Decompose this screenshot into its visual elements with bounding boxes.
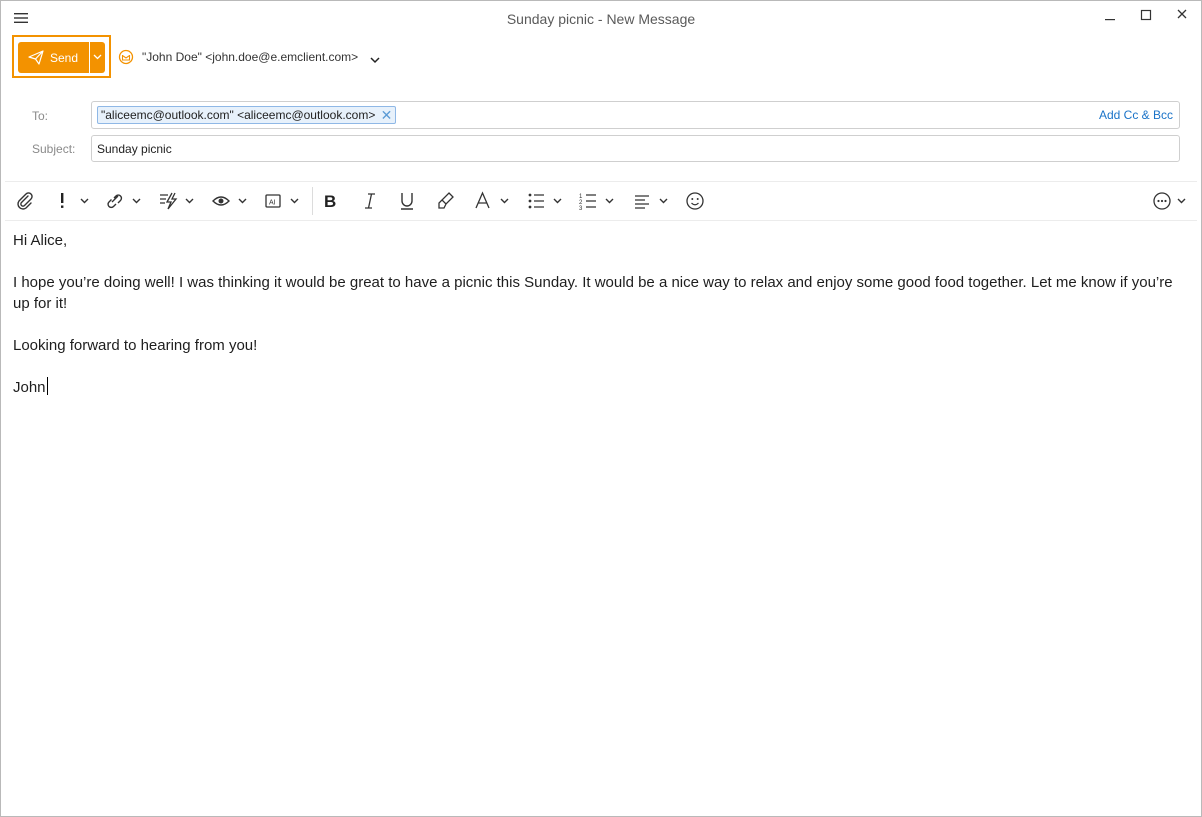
- divider: [5, 220, 1197, 221]
- eye-icon[interactable]: [211, 190, 251, 212]
- close-icon[interactable]: [1167, 7, 1197, 29]
- to-field[interactable]: "aliceemc@outlook.com" <aliceemc@outlook…: [91, 101, 1180, 129]
- italic-icon[interactable]: [360, 190, 380, 212]
- bullet-list-icon[interactable]: [526, 190, 566, 212]
- send-options-dropdown[interactable]: [90, 42, 105, 73]
- quick-text-icon[interactable]: [158, 190, 198, 212]
- recipient-address: "aliceemc@outlook.com" <aliceemc@outlook…: [101, 108, 376, 122]
- remove-recipient-icon[interactable]: ✕: [381, 108, 393, 122]
- template-icon[interactable]: AI: [263, 190, 303, 212]
- toolbar-separator: [312, 187, 313, 215]
- numbered-list-icon[interactable]: 123: [578, 190, 618, 212]
- send-label: Send: [50, 51, 79, 65]
- from-address: "John Doe" <john.doe@e.emclient.com>: [142, 50, 359, 64]
- greeting-text: Hi Alice,: [13, 232, 68, 249]
- title-bar: Sunday picnic - New Message: [1, 1, 1201, 37]
- bold-icon[interactable]: B: [321, 190, 341, 212]
- send-button-group: Send: [12, 35, 111, 78]
- signature-text: John: [13, 379, 46, 396]
- subject-input[interactable]: Sunday picnic: [91, 135, 1180, 162]
- font-icon[interactable]: [473, 190, 513, 212]
- chevron-down-icon: [370, 53, 380, 67]
- text-cursor: [46, 377, 48, 395]
- minimize-icon[interactable]: [1095, 7, 1125, 29]
- format-painter-icon[interactable]: [436, 190, 456, 212]
- add-cc-bcc-link[interactable]: Add Cc & Bcc: [1099, 108, 1173, 122]
- more-icon[interactable]: [1151, 190, 1191, 212]
- link-icon[interactable]: [105, 190, 145, 212]
- align-icon[interactable]: [632, 190, 672, 212]
- svg-text:3: 3: [579, 206, 583, 212]
- send-plane-icon: [28, 50, 44, 68]
- recipient-chip[interactable]: "aliceemc@outlook.com" <aliceemc@outlook…: [97, 106, 397, 124]
- message-body-editor[interactable]: Hi Alice, I hope you’re doing well! I wa…: [13, 230, 1183, 398]
- emoji-icon[interactable]: [685, 190, 705, 212]
- underline-icon[interactable]: [398, 190, 418, 212]
- to-label: To:: [32, 109, 49, 123]
- maximize-icon[interactable]: [1131, 7, 1161, 29]
- svg-text:B: B: [324, 192, 336, 211]
- svg-text:AI: AI: [269, 200, 276, 207]
- importance-icon[interactable]: [55, 190, 93, 212]
- closing-text: Looking forward to hearing from you!: [13, 337, 258, 354]
- divider: [5, 181, 1197, 182]
- send-button[interactable]: Send: [18, 42, 89, 73]
- body-paragraph: I hope you’re doing well! I was thinking…: [13, 274, 1173, 312]
- subject-label: Subject:: [32, 142, 76, 156]
- window-title: Sunday picnic - New Message: [506, 11, 696, 27]
- account-envelope-icon: [118, 49, 134, 68]
- compose-window: Sunday picnic - New Message Send "John D…: [0, 0, 1202, 817]
- hamburger-menu-icon[interactable]: [13, 11, 33, 27]
- paperclip-icon[interactable]: [15, 190, 35, 212]
